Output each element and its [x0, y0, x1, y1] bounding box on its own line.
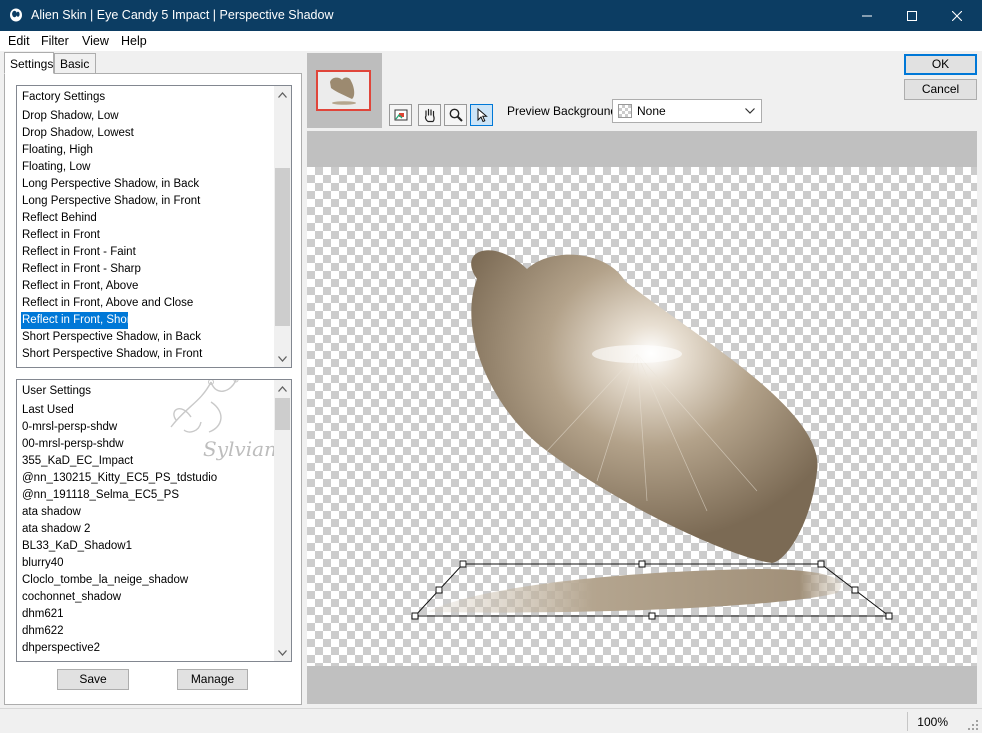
list-item[interactable]: Reflect in Front - Sharp [17, 261, 274, 278]
cancel-button[interactable]: Cancel [904, 79, 977, 100]
thumbnail-image [330, 77, 356, 105]
menu-view[interactable]: View [82, 34, 109, 48]
scroll-thumb[interactable] [275, 168, 290, 326]
menu-help[interactable]: Help [121, 34, 147, 48]
user-scrollbar[interactable] [274, 380, 291, 661]
preview-area[interactable] [307, 131, 977, 704]
title-bar: Alien Skin | Eye Candy 5 Impact | Perspe… [0, 0, 982, 31]
save-button[interactable]: Save [57, 669, 129, 690]
alien-skin-icon [10, 8, 22, 22]
preview-background-label: Preview Background: [507, 104, 621, 118]
minimize-button[interactable] [844, 0, 890, 31]
list-item[interactable]: Reflect in Front, Short [21, 312, 134, 329]
scroll-up-arrow-icon[interactable] [274, 380, 291, 397]
list-item[interactable]: Cloclo_tombe_la_neige_shadow [17, 572, 274, 589]
list-item[interactable]: Floating, Low [17, 159, 274, 176]
menu-edit[interactable]: Edit [8, 34, 30, 48]
list-item[interactable]: Drop Shadow, Lowest [17, 125, 274, 142]
user-settings-list[interactable]: User Settings Last Used 0-mrsl-persp-shdw… [16, 379, 292, 662]
zoom-level: 100% [917, 715, 948, 729]
minimize-icon [862, 15, 872, 16]
settings-panel: Factory Settings Drop Shadow, Low Drop Sh… [4, 73, 302, 705]
tab-settings[interactable]: Settings [4, 52, 54, 74]
list-item[interactable]: Reflect in Front [17, 227, 274, 244]
menu-filter[interactable]: Filter [41, 34, 69, 48]
navigator-tool-icon [394, 109, 407, 121]
transparent-swatch-icon [618, 104, 632, 118]
list-item[interactable]: ata shadow [17, 504, 274, 521]
zoom-tool-button[interactable] [444, 104, 467, 126]
scroll-down-arrow-icon[interactable] [274, 350, 291, 367]
scroll-thumb[interactable] [275, 398, 290, 430]
navigator-tool-button[interactable] [389, 104, 412, 126]
list-item[interactable]: Short Perspective Shadow, in Back [17, 329, 274, 346]
list-item[interactable]: ata shadow 2 [17, 521, 274, 538]
scroll-down-arrow-icon[interactable] [274, 644, 291, 661]
factory-settings-list[interactable]: Factory Settings Drop Shadow, Low Drop Sh… [16, 85, 292, 368]
close-button[interactable] [934, 0, 980, 31]
thumbnail-viewport[interactable] [316, 70, 371, 111]
preview-background-select[interactable]: None [612, 99, 762, 123]
list-item[interactable]: Reflect in Front - Faint [17, 244, 274, 261]
list-item[interactable]: Floating, High [17, 142, 274, 159]
list-item[interactable]: BL33_KaD_Shadow1 [17, 538, 274, 555]
maximize-button[interactable] [889, 0, 935, 31]
list-item[interactable]: cochonnet_shadow [17, 589, 274, 606]
hand-tool-icon [424, 108, 435, 123]
pointer-tool-icon [477, 107, 488, 123]
list-item[interactable]: Reflect in Front, Above [17, 278, 274, 295]
resize-grip-icon[interactable] [968, 720, 979, 731]
list-item[interactable]: Long Perspective Shadow, in Back [17, 176, 274, 193]
list-item[interactable]: Long Perspective Shadow, in Front [17, 193, 274, 210]
list-item[interactable]: Short Perspective Shadow, in Front [17, 346, 274, 363]
menu-bar: Edit Filter View Help [0, 31, 982, 51]
close-icon [952, 10, 962, 21]
list-item[interactable]: Drop Shadow, Low [17, 108, 274, 125]
reflection-shadow [427, 569, 842, 613]
list-item[interactable]: dhm622 [17, 623, 274, 640]
factory-scrollbar[interactable] [274, 86, 291, 367]
scroll-up-arrow-icon[interactable] [274, 86, 291, 103]
hand-tool-button[interactable] [418, 104, 441, 126]
list-item[interactable]: dhm621 [17, 606, 274, 623]
preview-canvas [411, 250, 893, 620]
heart-image [471, 250, 818, 563]
status-bar: 100% [0, 708, 982, 733]
window-title: Alien Skin | Eye Candy 5 Impact | Perspe… [31, 8, 334, 22]
zoom-tool-icon [449, 108, 463, 122]
watermark-flourish: Sylviane [170, 380, 289, 461]
preview-background-value: None [637, 104, 666, 118]
list-item[interactable]: blurry40 [17, 555, 274, 572]
list-item[interactable]: Reflect in Front, Above and Close [17, 295, 274, 312]
list-item[interactable]: dhperspective2 [17, 640, 274, 657]
factory-settings-header: Factory Settings [22, 91, 106, 103]
ok-button[interactable]: OK [904, 54, 977, 75]
list-item[interactable]: @nn_191118_Selma_EC5_PS [17, 487, 274, 504]
manage-button[interactable]: Manage [177, 669, 248, 690]
chevron-down-icon [745, 108, 755, 114]
thumbnail-navigator[interactable] [307, 53, 382, 128]
maximize-icon [907, 10, 917, 21]
list-item[interactable]: @nn_130215_Kitty_EC5_PS_tdstudio [17, 470, 274, 487]
tab-basic[interactable]: Basic [54, 53, 96, 74]
pointer-tool-button[interactable] [470, 104, 493, 126]
settings-tabs: Settings Basic [4, 52, 302, 74]
list-item[interactable]: Reflect Behind [17, 210, 274, 227]
